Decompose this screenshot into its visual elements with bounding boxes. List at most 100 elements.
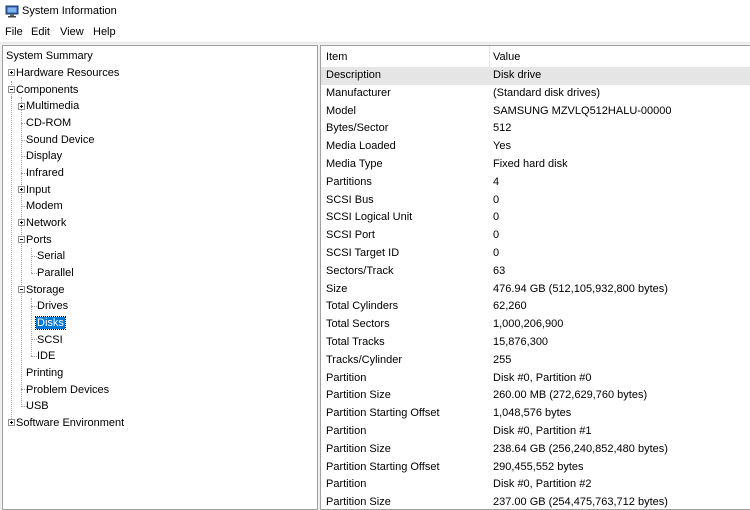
menu-view[interactable]: View xyxy=(60,26,84,38)
tree-item-sound-device[interactable]: Sound Device xyxy=(25,132,96,148)
value-cell: 255 xyxy=(493,353,512,366)
item-cell: Partition Size xyxy=(326,496,391,509)
table-row[interactable]: SCSI Port 0 xyxy=(321,227,750,245)
item-cell: Partition xyxy=(326,425,367,437)
column-header-value[interactable]: Value xyxy=(493,51,520,63)
table-row[interactable]: Manufacturer (Standard disk drives) xyxy=(321,85,750,103)
tree-item-infrared[interactable]: Infrared xyxy=(25,165,65,181)
menu-file[interactable]: File xyxy=(5,26,23,38)
table-row[interactable]: Tracks/Cylinder 255 xyxy=(321,352,750,370)
tree-item-printing[interactable]: Printing xyxy=(25,365,64,381)
tree-item-ports[interactable]: Ports xyxy=(25,232,53,248)
collapse-components-icon[interactable] xyxy=(8,86,15,93)
value-cell: 4 xyxy=(493,175,500,188)
collapse-storage-icon[interactable] xyxy=(18,286,25,293)
value-cell: 15,876,300 xyxy=(493,336,549,348)
table-row[interactable]: Partition Size 238.64 GB (256,240,852,480… xyxy=(321,441,750,459)
table-row[interactable]: Partition Starting Offset 290,455,552 byt… xyxy=(321,459,750,477)
expand-software-environment-icon[interactable] xyxy=(8,419,15,426)
value-cell: Yes xyxy=(493,140,511,153)
menu-help[interactable]: Help xyxy=(93,26,116,38)
item-cell: SCSI Target ID xyxy=(326,247,400,259)
expand-multimedia-icon[interactable] xyxy=(18,103,25,110)
table-row[interactable]: Size 476.94 GB (512,105,932,800 bytes) xyxy=(321,281,750,299)
column-header-item[interactable]: Item xyxy=(326,51,347,63)
item-cell: Media Type xyxy=(326,158,383,170)
value-cell: 0 xyxy=(493,193,500,206)
value-cell: 63 xyxy=(493,264,506,277)
table-row[interactable]: Partition Disk #0, Partition #0 xyxy=(321,370,750,388)
table-row[interactable]: Description Disk drive xyxy=(321,67,750,85)
item-cell: Partition Starting Offset xyxy=(326,407,440,420)
item-cell: Manufacturer xyxy=(326,86,391,99)
table-row[interactable]: Total Tracks 15,876,300 xyxy=(321,334,750,352)
item-cell: Total Cylinders xyxy=(326,300,399,313)
table-row[interactable]: Media Type Fixed hard disk xyxy=(321,156,750,174)
tree-item-software-environment[interactable]: Software Environment xyxy=(15,415,125,431)
item-cell: Partition Size xyxy=(326,389,391,402)
menu-edit[interactable]: Edit xyxy=(31,26,50,38)
item-cell: SCSI Port xyxy=(326,229,375,242)
item-cell: SCSI Logical Unit xyxy=(326,211,413,224)
tree-item-display[interactable]: Display xyxy=(25,148,63,164)
tree-item-network[interactable]: Network xyxy=(25,215,67,231)
value-cell: Fixed hard disk xyxy=(493,158,568,170)
table-row[interactable]: Partitions 4 xyxy=(321,174,750,192)
item-cell: Sectors/Track xyxy=(326,264,394,277)
table-row[interactable]: SCSI Logical Unit 0 xyxy=(321,209,750,227)
category-tree[interactable]: System Summary Hardware Resources Compon… xyxy=(2,45,318,510)
table-row[interactable]: Bytes/Sector 512 xyxy=(321,120,750,138)
value-cell: 0 xyxy=(493,229,500,242)
tree-item-serial[interactable]: Serial xyxy=(36,248,66,264)
table-row[interactable]: Total Sectors 1,000,206,900 xyxy=(321,316,750,334)
column-divider[interactable] xyxy=(489,46,490,67)
expand-input-icon[interactable] xyxy=(18,186,25,193)
item-cell: Size xyxy=(326,282,348,295)
table-row[interactable]: Total Cylinders 62,260 xyxy=(321,298,750,316)
tree-item-ide[interactable]: IDE xyxy=(36,348,56,364)
details-list[interactable]: Item Value Description Disk drive Manufact… xyxy=(320,45,750,510)
tree-item-drives[interactable]: Drives xyxy=(36,298,69,314)
collapse-ports-icon[interactable] xyxy=(18,236,25,243)
value-cell: Disk #0, Partition #1 xyxy=(493,425,592,437)
value-cell: 0 xyxy=(493,211,500,224)
expand-hardware-resources-icon[interactable] xyxy=(8,69,15,76)
tree-item-components[interactable]: Components xyxy=(15,82,79,98)
value-cell: (Standard disk drives) xyxy=(493,86,600,99)
table-row[interactable]: Media Loaded Yes xyxy=(321,138,750,156)
tree-item-problem-devices[interactable]: Problem Devices xyxy=(25,382,110,398)
table-row[interactable]: Partition Size 237.00 GB (254,475,763,712… xyxy=(321,494,750,509)
table-row[interactable]: Sectors/Track 63 xyxy=(321,263,750,281)
tree-item-parallel[interactable]: Parallel xyxy=(36,265,75,281)
value-cell: 1,048,576 bytes xyxy=(493,407,572,420)
table-row[interactable]: Partition Starting Offset 1,048,576 bytes xyxy=(321,405,750,423)
tree-item-system-summary[interactable]: System Summary xyxy=(5,48,94,64)
table-row[interactable]: Partition Disk #0, Partition #2 xyxy=(321,476,750,494)
value-cell: 0 xyxy=(493,247,500,259)
tree-item-modem[interactable]: Modem xyxy=(25,198,64,214)
table-row[interactable]: SCSI Bus 0 xyxy=(321,192,750,210)
table-row[interactable]: Partition Disk #0, Partition #1 xyxy=(321,423,750,441)
table-row[interactable]: Model SAMSUNG MZVLQ512HALU-00000 xyxy=(321,103,750,121)
item-cell: Partition Starting Offset xyxy=(326,460,440,473)
table-row[interactable]: Partition Size 260.00 MB (272,629,760 byt… xyxy=(321,387,750,405)
item-cell: SCSI Bus xyxy=(326,193,374,206)
value-cell: 238.64 GB (256,240,852,480 bytes) xyxy=(493,442,668,455)
tree-item-input[interactable]: Input xyxy=(25,182,51,198)
tree-item-multimedia[interactable]: Multimedia xyxy=(25,98,80,114)
tree-item-scsi[interactable]: SCSI xyxy=(36,332,64,348)
tree-item-hardware-resources[interactable]: Hardware Resources xyxy=(15,65,120,81)
value-cell: 1,000,206,900 xyxy=(493,318,564,331)
value-cell: Disk #0, Partition #2 xyxy=(493,478,592,491)
expand-network-icon[interactable] xyxy=(18,219,25,226)
item-cell: Total Sectors xyxy=(326,318,390,331)
table-row[interactable]: SCSI Target ID 0 xyxy=(321,245,750,263)
item-cell: Model xyxy=(326,104,356,117)
tree-item-storage[interactable]: Storage xyxy=(25,282,66,298)
item-cell: Media Loaded xyxy=(326,140,396,153)
tree-item-disks[interactable]: Disks xyxy=(35,315,66,331)
tree-item-usb[interactable]: USB xyxy=(25,398,50,414)
value-cell: Disk #0, Partition #0 xyxy=(493,371,592,384)
tree-item-cd-rom[interactable]: CD-ROM xyxy=(25,115,72,131)
tree-line xyxy=(21,97,22,407)
